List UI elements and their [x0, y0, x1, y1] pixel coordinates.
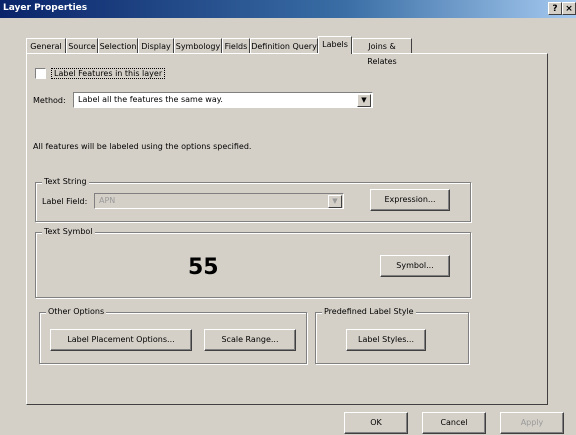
predefined-label-style-legend: Predefined Label Style [322, 307, 416, 316]
method-dropdown[interactable]: Label all the features the same way. ▼ [73, 92, 373, 108]
tab-definition-query[interactable]: Definition Query [250, 38, 318, 53]
cancel-button[interactable]: Cancel [422, 412, 486, 434]
tab-labels[interactable]: Labels [318, 36, 352, 54]
apply-button: Apply [500, 412, 564, 434]
tab-fields[interactable]: Fields [222, 38, 250, 53]
other-options-group: Other Options Label Placement Options...… [39, 307, 307, 364]
label-placement-options-button[interactable]: Label Placement Options... [50, 329, 192, 351]
tab-selection[interactable]: Selection [98, 38, 138, 53]
labels-panel: Label Features in this layer Method: Lab… [26, 53, 548, 405]
chevron-down-icon[interactable]: ▼ [357, 94, 371, 107]
info-text: All features will be labeled using the o… [33, 142, 252, 151]
label-field-label: Label Field: [42, 197, 88, 206]
tab-source[interactable]: Source [66, 38, 98, 53]
chevron-down-icon: ▼ [328, 195, 342, 208]
text-symbol-legend: Text Symbol [42, 227, 95, 236]
method-dropdown-value: Label all the features the same way. [78, 95, 223, 104]
symbol-button[interactable]: Symbol... [380, 255, 450, 277]
label-features-checkbox-label[interactable]: Label Features in this layer [51, 68, 166, 79]
predefined-label-style-group: Predefined Label Style Label Styles... [315, 307, 469, 364]
text-symbol-group: Text Symbol 55 Symbol... [35, 227, 471, 298]
label-field-value: APN [99, 196, 116, 205]
layer-properties-window: Layer Properties ? × General Source Sele… [0, 0, 576, 435]
title-bar: Layer Properties ? × [0, 0, 576, 18]
expression-button[interactable]: Expression... [370, 189, 450, 211]
scale-range-button[interactable]: Scale Range... [204, 329, 296, 351]
tab-general[interactable]: General [26, 38, 66, 53]
tab-symbology[interactable]: Symbology [174, 38, 222, 53]
label-styles-button[interactable]: Label Styles... [346, 329, 426, 351]
close-button[interactable]: × [562, 2, 576, 15]
other-options-legend: Other Options [46, 307, 107, 316]
text-string-legend: Text String [42, 177, 89, 186]
window-title: Layer Properties [3, 3, 88, 13]
tab-joins-relates[interactable]: Joins & Relates [352, 38, 412, 66]
method-label: Method: [33, 96, 66, 105]
symbol-preview: 55 [188, 255, 219, 280]
help-button[interactable]: ? [548, 2, 562, 15]
label-features-checkbox[interactable] [35, 68, 46, 79]
ok-button[interactable]: OK [344, 412, 408, 434]
tab-display[interactable]: Display [138, 38, 174, 53]
label-field-dropdown: APN ▼ [94, 193, 344, 209]
text-string-group: Text String Label Field: APN ▼ Expressio… [35, 177, 471, 222]
